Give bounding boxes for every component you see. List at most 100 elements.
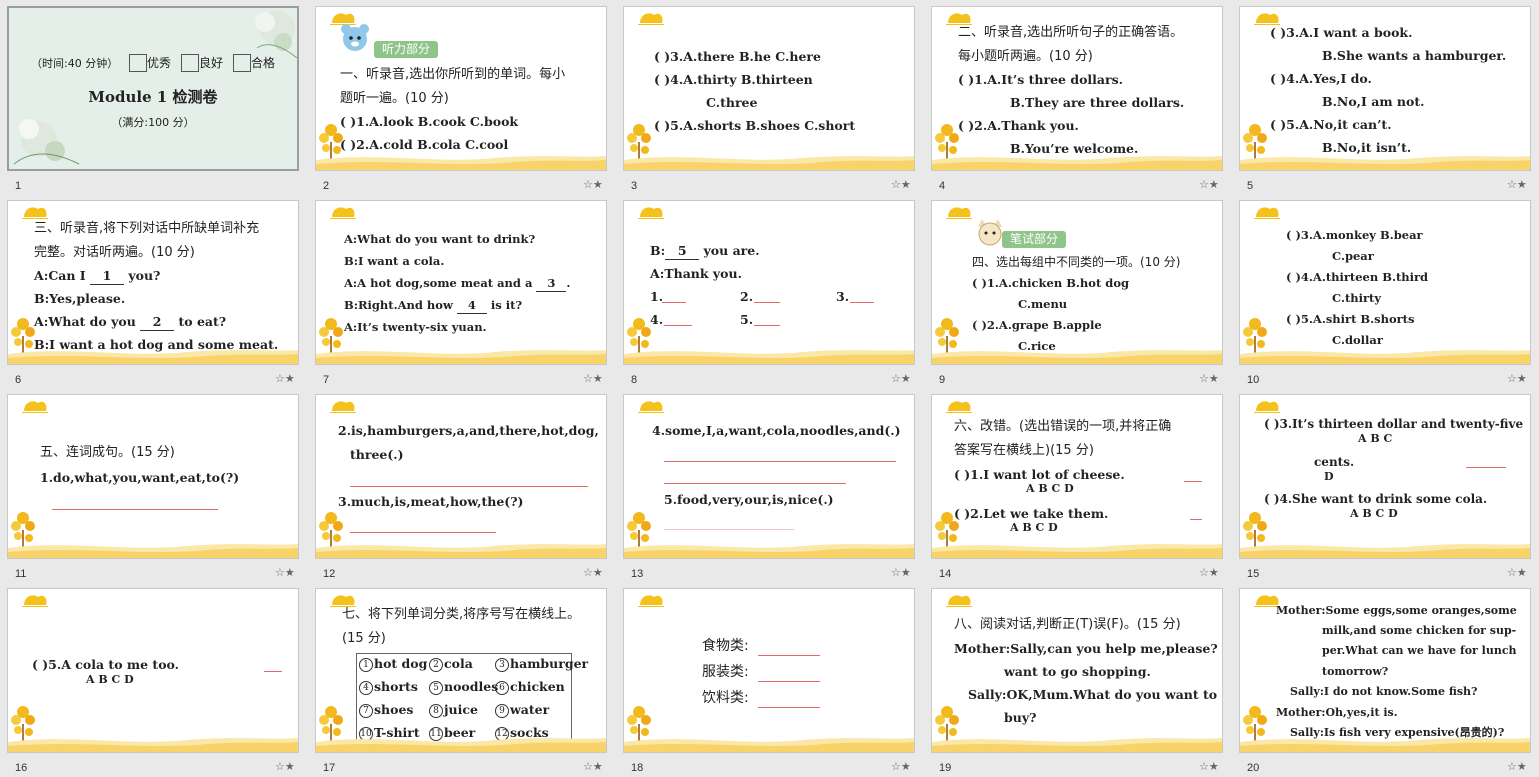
- slide-thumbnail-15[interactable]: ( )3.It’s thirteen dollar and twenty-fiv…: [1239, 394, 1531, 559]
- animation-star-icon[interactable]: ☆★: [1199, 178, 1219, 191]
- category-label: 服装类:: [702, 664, 749, 680]
- animation-star-icon[interactable]: ☆★: [891, 372, 911, 385]
- answer-line[interactable]: [758, 681, 820, 682]
- number-circle-icon: 6: [495, 680, 509, 695]
- answer-line[interactable]: [1190, 519, 1202, 520]
- slide-thumbnail-8[interactable]: B: 5 you are. A:Thank you. 1. 2. 3. 4. 5.: [623, 200, 915, 365]
- dialogue-line: A:What do you want to drink?: [344, 232, 536, 246]
- animation-star-icon[interactable]: ☆★: [583, 178, 603, 191]
- question-text: 三、听录音,将下列对话中所缺单词补充: [34, 221, 260, 236]
- slide-thumbnail-20[interactable]: Mother:Some eggs,some oranges,some milk,…: [1239, 588, 1531, 753]
- bottom-wave-decoration: [1240, 544, 1530, 558]
- slide-number: 1: [15, 180, 22, 192]
- bottom-wave-decoration: [1240, 738, 1530, 752]
- slide-thumbnail-7[interactable]: A:What do you want to drink? B:I want a …: [315, 200, 607, 365]
- question-text: B.No,I am not.: [1322, 94, 1425, 109]
- animation-star-icon[interactable]: ☆★: [1199, 566, 1219, 579]
- answer-line[interactable]: [664, 461, 896, 462]
- option-letters: A B C: [1358, 432, 1393, 445]
- answer-line[interactable]: [350, 532, 496, 533]
- option-letters: D: [1324, 470, 1334, 483]
- slide-thumbnail-2[interactable]: 听力部分 一、听录音,选出你所听到的单词。每小 题听一遍。(10 分) ( )1…: [315, 6, 607, 171]
- question-text: 二、听录音,选出所听句子的正确答语。: [958, 25, 1184, 40]
- answer-line[interactable]: [1184, 481, 1202, 482]
- answer-line[interactable]: [350, 486, 588, 487]
- question-text: ( )4.A.thirty B.thirteen: [654, 72, 813, 87]
- answer-line[interactable]: [758, 655, 820, 656]
- animation-star-icon[interactable]: ☆★: [1199, 760, 1219, 773]
- category-label: 饮料类:: [702, 690, 749, 706]
- slide-number: 2: [323, 180, 330, 192]
- answer-line[interactable]: [52, 509, 218, 510]
- answer-line[interactable]: [664, 483, 846, 484]
- answer-line[interactable]: [1466, 467, 1506, 468]
- answer-line[interactable]: [758, 707, 820, 708]
- slide-thumbnail-1[interactable]: （时间:40 分钟） 优秀 良好 合格 Module 1 检测卷 （满分:100…: [7, 6, 299, 171]
- slide-thumbnail-9[interactable]: 笔试部分 四、选出每组中不同类的一项。(10 分) ( )1.A.chicken…: [931, 200, 1223, 365]
- animation-star-icon[interactable]: ☆★: [1507, 566, 1527, 579]
- animation-star-icon[interactable]: ☆★: [583, 566, 603, 579]
- question-text: 八、阅读对话,判断正(T)误(F)。(15 分): [954, 617, 1181, 632]
- slide-thumbnail-3[interactable]: ( )3.A.there B.he C.here ( )4.A.thirty B…: [623, 6, 915, 171]
- question-text: ( )3.A.there B.he C.here: [654, 49, 821, 64]
- answer-line[interactable]: [754, 302, 780, 303]
- rating-checkbox-1[interactable]: [129, 54, 147, 72]
- word-label: shorts: [374, 679, 418, 694]
- dialogue-line: Sally:I do not know.Some fish?: [1290, 685, 1478, 698]
- slide-thumbnail-10[interactable]: ( )3.A.monkey B.bear C.pear ( )4.A.thirt…: [1239, 200, 1531, 365]
- number-circle-icon: 4: [359, 680, 373, 695]
- question-text: ( )4.A.Yes,I do.: [1270, 71, 1372, 86]
- slide-thumbnail-13[interactable]: 4.some,I,a,want,cola,noodles,and(.) 5.fo…: [623, 394, 915, 559]
- dialogue-line: A:Can I 1 you?: [34, 268, 161, 285]
- animation-star-icon[interactable]: ☆★: [583, 760, 603, 773]
- answer-number: 1.: [650, 289, 664, 304]
- slide-thumbnail-11[interactable]: 五、连词成句。(15 分) 1.do,what,you,want,eat,to(…: [7, 394, 299, 559]
- slide-thumbnail-16[interactable]: ( )5.A cola to me too. A B C D: [7, 588, 299, 753]
- answer-line[interactable]: [754, 325, 780, 326]
- exam-score: （满分:100 分）: [111, 116, 195, 129]
- slide-thumbnail-14[interactable]: 六、改错。(选出错误的一项,并将正确 答案写在横线上)(15 分) ( )1.I…: [931, 394, 1223, 559]
- slide-thumbnail-12[interactable]: 2.is,hamburgers,a,and,there,hot,dog, thr…: [315, 394, 607, 559]
- animation-star-icon[interactable]: ☆★: [583, 372, 603, 385]
- rating-checkbox-3[interactable]: [233, 54, 251, 72]
- answer-line[interactable]: [850, 302, 874, 303]
- slide-thumbnail-6[interactable]: 三、听录音,将下列对话中所缺单词补充 完整。对话听两遍。(10 分) A:Can…: [7, 200, 299, 365]
- dialogue-line: Mother:Oh,yes,it is.: [1276, 706, 1398, 719]
- rating-checkbox-2[interactable]: [181, 54, 199, 72]
- animation-star-icon[interactable]: ☆★: [891, 178, 911, 191]
- dialogue-line: A:It’s twenty-six yuan.: [344, 320, 487, 334]
- answer-line[interactable]: [664, 529, 794, 530]
- slide-thumbnail-5[interactable]: ( )3.A.I want a book. B.She wants a hamb…: [1239, 6, 1531, 171]
- answer-line[interactable]: [264, 671, 282, 672]
- question-text: (15 分): [342, 631, 386, 646]
- animation-star-icon[interactable]: ☆★: [891, 566, 911, 579]
- animation-star-icon[interactable]: ☆★: [1507, 178, 1527, 191]
- word-item: 7 shoes: [359, 702, 413, 718]
- bottom-wave-decoration: [1240, 350, 1530, 364]
- animation-star-icon[interactable]: ☆★: [1507, 760, 1527, 773]
- animation-star-icon[interactable]: ☆★: [1199, 372, 1219, 385]
- slide-number: 3: [631, 180, 638, 192]
- animation-star-icon[interactable]: ☆★: [891, 760, 911, 773]
- bottom-wave-decoration: [624, 350, 914, 364]
- word-item: 4 shorts: [359, 679, 418, 695]
- word-item: 2 cola: [429, 656, 473, 672]
- word-label: water: [510, 702, 550, 717]
- animation-star-icon[interactable]: ☆★: [275, 372, 295, 385]
- question-text: 每小题听两遍。(10 分): [958, 49, 1093, 64]
- slide-thumbnail-4[interactable]: 二、听录音,选出所听句子的正确答语。 每小题听两遍。(10 分) ( )1.A.…: [931, 6, 1223, 171]
- slide-number: 5: [1247, 180, 1254, 192]
- slide-thumbnail-17[interactable]: 七、将下列单词分类,将序号写在横线上。 (15 分) 1 hot dog 2 cola…: [315, 588, 607, 753]
- answer-line[interactable]: [664, 325, 692, 326]
- slide-thumbnail-19[interactable]: 八、阅读对话,判断正(T)误(F)。(15 分) Mother:Sally,ca…: [931, 588, 1223, 753]
- answer-line[interactable]: [662, 302, 686, 303]
- question-text: cents.: [1314, 455, 1355, 469]
- question-text: C.menu: [1018, 297, 1068, 311]
- question-text: ( )3.A.I want a book.: [1270, 25, 1413, 40]
- animation-star-icon[interactable]: ☆★: [275, 760, 295, 773]
- animation-star-icon[interactable]: ☆★: [275, 566, 295, 579]
- slide-thumbnail-18[interactable]: 食物类: 服装类: 饮料类:: [623, 588, 915, 753]
- question-text: 完整。对话听两遍。(10 分): [34, 245, 195, 260]
- bottom-wave-decoration: [932, 738, 1222, 752]
- animation-star-icon[interactable]: ☆★: [1507, 372, 1527, 385]
